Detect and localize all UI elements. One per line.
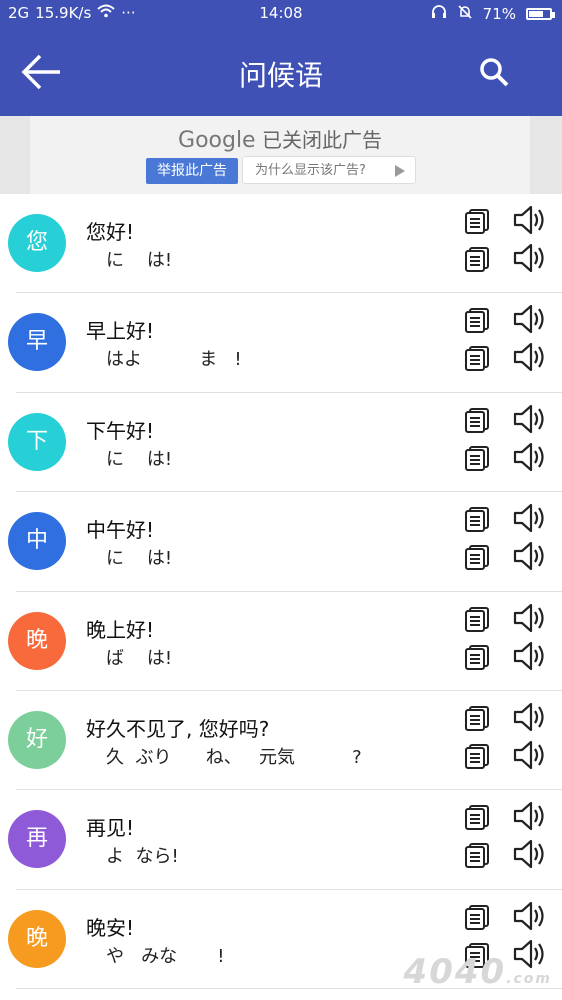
copy-icon[interactable] xyxy=(464,904,490,930)
watermark: 4040.com xyxy=(404,952,552,992)
japanese-phrase: に は! xyxy=(106,250,173,271)
copy-icon[interactable] xyxy=(464,705,490,731)
list-item[interactable]: 早早上好! はよ ま ! xyxy=(8,293,562,393)
avatar: 早 xyxy=(8,313,66,372)
speaker-icon[interactable] xyxy=(512,502,548,534)
app-bar: 问候语 xyxy=(0,28,562,116)
speaker-icon[interactable] xyxy=(512,800,548,832)
list-item[interactable]: 再再见! よ なら! xyxy=(8,790,562,890)
avatar: 好 xyxy=(8,710,66,769)
status-right: 71% xyxy=(431,4,555,24)
chinese-phrase: 早上好! xyxy=(86,319,155,344)
chinese-phrase: 下午好! xyxy=(86,418,155,443)
search-icon[interactable] xyxy=(478,56,510,88)
play-icon xyxy=(395,165,405,177)
speaker-icon[interactable] xyxy=(512,900,548,932)
speaker-icon[interactable] xyxy=(512,838,548,870)
chinese-phrase: 中午好! xyxy=(86,518,155,543)
copy-icon[interactable] xyxy=(464,644,490,670)
avatar: 晚 xyxy=(8,611,66,670)
list-item[interactable]: 下下午好! に は! xyxy=(8,393,562,493)
copy-icon[interactable] xyxy=(464,208,490,234)
chinese-phrase: 您好! xyxy=(86,220,135,244)
copy-icon[interactable] xyxy=(464,345,490,372)
greeting-list: 您您好! に は! 早早上好! はよ ま ! 下下午好! に は! 中中午好! に は! 晚晚上… xyxy=(0,194,562,1000)
status-bar: 2G 15.9K/s ··· 14:08 71% xyxy=(0,0,562,28)
battery-icon xyxy=(526,8,555,20)
google-brand: Google xyxy=(178,128,256,153)
ad-banner: Google 已关闭此广告 举报此广告 为什么显示该广告? xyxy=(0,116,562,194)
headset-icon xyxy=(431,4,447,24)
why-ad-label: 为什么显示该广告? xyxy=(255,163,366,178)
speaker-icon[interactable] xyxy=(512,242,548,274)
ad-closed-message: Google 已关闭此广告 xyxy=(30,124,530,153)
ad-content: Google 已关闭此广告 举报此广告 为什么显示该广告? xyxy=(30,116,530,194)
avatar: 中 xyxy=(8,512,66,571)
battery-percent: 71% xyxy=(482,5,516,23)
speaker-icon[interactable] xyxy=(512,204,548,236)
japanese-phrase: よ なら! xyxy=(106,846,179,868)
report-ad-button[interactable]: 举报此广告 xyxy=(146,158,238,184)
why-ad-button[interactable]: 为什么显示该广告? xyxy=(242,156,416,184)
chinese-phrase: 晚安! xyxy=(86,915,135,940)
avatar: 晚 xyxy=(8,909,66,968)
speaker-icon[interactable] xyxy=(512,341,548,373)
japanese-phrase: や みな ! xyxy=(106,945,225,967)
copy-icon[interactable] xyxy=(464,743,490,769)
japanese-phrase: はよ ま ! xyxy=(106,349,242,371)
chinese-phrase: 晚上好! xyxy=(86,617,155,642)
copy-icon[interactable] xyxy=(464,246,490,272)
mute-bell-icon xyxy=(457,4,473,24)
avatar: 下 xyxy=(8,412,66,471)
japanese-phrase: ば は! xyxy=(106,647,173,669)
japanese-phrase: 久 ぶり ね、 元気 ? xyxy=(106,746,362,768)
copy-icon[interactable] xyxy=(464,307,490,334)
copy-icon[interactable] xyxy=(464,606,490,632)
copy-icon[interactable] xyxy=(464,445,490,471)
speaker-icon[interactable] xyxy=(512,701,548,733)
speaker-icon[interactable] xyxy=(512,303,548,335)
ad-closed-text: 已关闭此广告 xyxy=(261,128,382,152)
avatar: 再 xyxy=(8,810,66,869)
avatar: 您 xyxy=(8,214,66,272)
speaker-icon[interactable] xyxy=(512,540,548,572)
watermark-suffix: .com xyxy=(506,971,552,987)
copy-icon[interactable] xyxy=(464,506,490,533)
watermark-text: 4040 xyxy=(403,952,507,992)
chinese-phrase: 再见! xyxy=(86,816,135,841)
copy-icon[interactable] xyxy=(464,804,490,831)
list-item[interactable]: 您您好! に は! xyxy=(8,194,562,294)
list-item[interactable]: 晚晚上好! ば は! xyxy=(8,592,562,691)
speaker-icon[interactable] xyxy=(512,602,548,634)
japanese-phrase: に は! xyxy=(106,548,173,570)
copy-icon[interactable] xyxy=(464,842,490,869)
copy-icon[interactable] xyxy=(464,544,490,571)
speaker-icon[interactable] xyxy=(512,640,548,672)
speaker-icon[interactable] xyxy=(512,739,548,771)
speaker-icon[interactable] xyxy=(512,441,548,473)
list-item[interactable]: 好好久不见了, 您好吗? 久 ぶり ね、 元気 ? xyxy=(8,691,562,791)
japanese-phrase: に は! xyxy=(106,448,173,470)
speaker-icon[interactable] xyxy=(512,403,548,435)
copy-icon[interactable] xyxy=(464,407,490,433)
list-item[interactable]: 中中午好! に は! xyxy=(8,492,562,592)
chinese-phrase: 好久不见了, 您好吗? xyxy=(86,716,270,741)
